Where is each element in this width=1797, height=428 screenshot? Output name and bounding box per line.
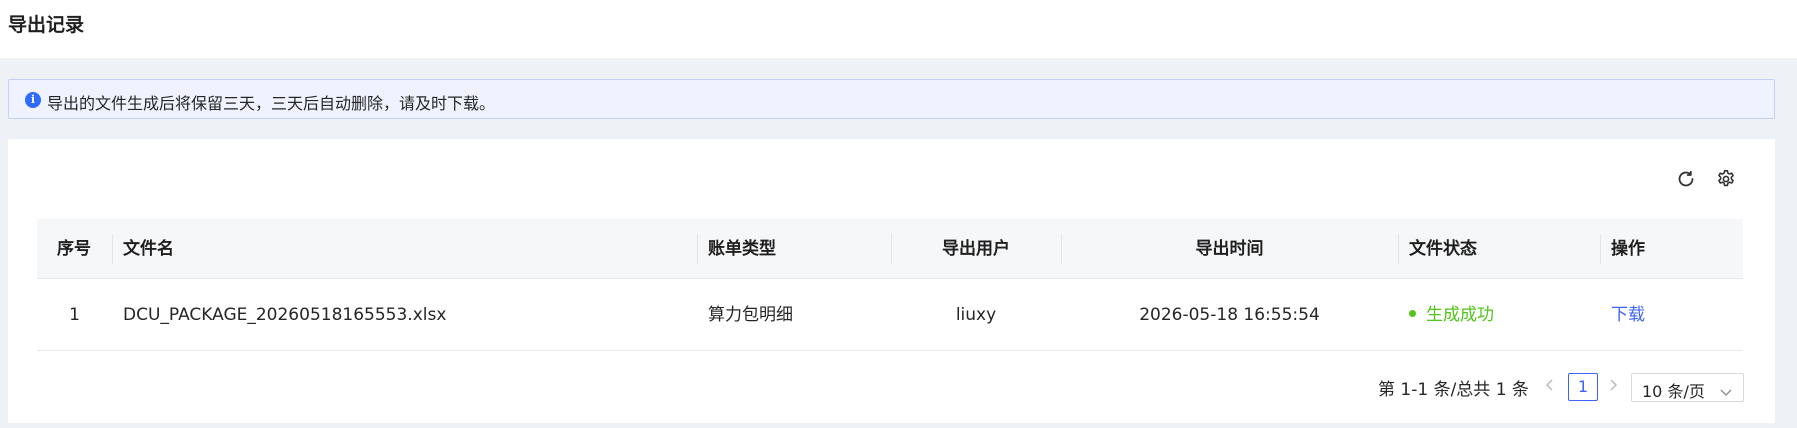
records-table: 序号 文件名 账单类型 导出用户 导出时间 文件状态 操作 1 DCU_PACK… [37,219,1743,351]
col-time: 导出时间 [1195,239,1264,259]
pagination: 第 1-1 条/总共 1 条 1 10 条/页 [8,371,1775,402]
col-user: 导出用户 [942,239,1010,259]
table-body: 1 DCU_PACKAGE_20260518165553.xlsx 算力包明细 … [37,279,1743,351]
chevron-down-icon [1719,382,1733,401]
page: 导出记录 i 导出的文件生成后将保留三天，三天后自动删除，请及时下载。 序号 文… [0,0,1797,428]
page-button-current[interactable]: 1 [1568,373,1598,401]
notice-text: 导出的文件生成后将保留三天，三天后自动删除，请及时下载。 [47,94,496,113]
gear-icon[interactable] [1714,167,1738,191]
column-divider [1600,234,1601,264]
refresh-icon[interactable] [1674,167,1698,191]
column-divider [112,234,113,264]
page-header: 导出记录 [0,0,1797,58]
notice-banner: i 导出的文件生成后将保留三天，三天后自动删除，请及时下载。 [8,79,1775,119]
download-link[interactable]: 下载 [1611,279,1645,351]
page-title: 导出记录 [8,14,85,36]
next-page-icon[interactable] [1608,377,1618,397]
status-text: 生成成功 [1426,305,1494,325]
pagination-total: 第 1-1 条/总共 1 条 [1378,380,1529,400]
col-bill-type: 账单类型 [708,239,776,259]
col-status: 文件状态 [1409,239,1477,259]
column-divider [1398,234,1399,264]
page-size-label: 10 条/页 [1642,382,1705,401]
cell-user: liuxy [955,305,997,325]
cell-filename: DCU_PACKAGE_20260518165553.xlsx [123,305,447,325]
cell-status: 生成成功 [1409,279,1494,351]
cell-bill-type: 算力包明细 [708,305,793,325]
cell-index: 1 [69,305,80,325]
col-action: 操作 [1611,239,1645,259]
col-filename: 文件名 [123,239,174,259]
table-row: 1 DCU_PACKAGE_20260518165553.xlsx 算力包明细 … [37,279,1743,351]
status-dot-icon [1409,309,1416,317]
page-size-select[interactable]: 10 条/页 [1631,373,1744,402]
info-icon: i [25,92,41,108]
cell-time: 2026-05-18 16:55:54 [1139,305,1320,325]
prev-page-icon[interactable] [1545,377,1555,397]
table-header: 序号 文件名 账单类型 导出用户 导出时间 文件状态 操作 [37,219,1743,279]
col-index: 序号 [57,239,91,259]
column-divider [697,234,698,264]
records-card: 序号 文件名 账单类型 导出用户 导出时间 文件状态 操作 1 DCU_PACK… [8,139,1775,423]
